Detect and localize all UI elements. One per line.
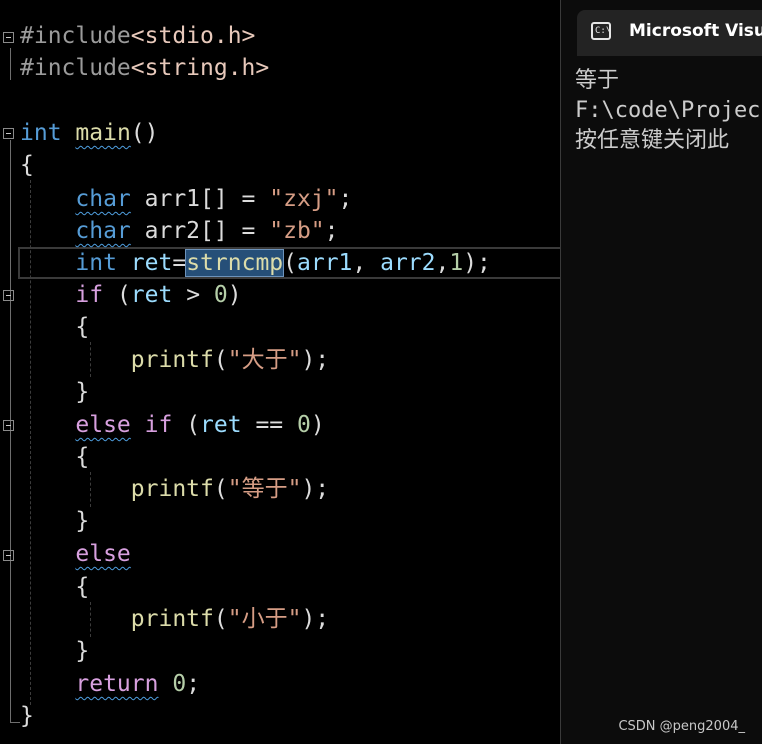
code-line-include-stdio[interactable]: #include<stdio.h> — [20, 20, 255, 52]
code-line-else-if[interactable]: else if (ret == 0) — [20, 409, 324, 441]
code-line-printf-xiaoyu[interactable]: printf("小于"); — [20, 603, 329, 635]
console-window[interactable]: C:\ Microsoft Visual 等于 F:\code\Projec 按… — [560, 0, 762, 744]
code-line-printf-dayu[interactable]: printf("大于"); — [20, 344, 329, 376]
code-line-main[interactable]: int main() — [20, 117, 159, 149]
code-line-if[interactable]: if (ret > 0) — [20, 279, 241, 311]
fold-line — [10, 432, 11, 512]
code-line-brace[interactable]: { — [20, 571, 89, 603]
collapse-icon[interactable] — [3, 420, 14, 431]
fold-line — [10, 562, 11, 667]
code-line-brace[interactable]: } — [20, 376, 89, 408]
code-line-close-brace[interactable]: } — [20, 700, 34, 732]
code-line-brace[interactable]: } — [20, 635, 89, 667]
code-line-strncmp[interactable]: int ret=strncmp(arr1, arr2,1); — [20, 247, 491, 279]
collapse-icon[interactable] — [3, 290, 14, 301]
fold-line — [10, 722, 20, 723]
code-line-decl-arr2[interactable]: char arr2[] = "zb"; — [20, 215, 338, 247]
console-output-line: 等于 — [575, 68, 620, 93]
watermark: CSDN @peng2004_ — [618, 719, 745, 734]
code-line-open-brace[interactable]: { — [20, 149, 34, 181]
collapse-icon[interactable] — [3, 550, 14, 561]
console-icon: C:\ — [591, 22, 611, 40]
fold-line — [10, 302, 11, 382]
code-line-brace[interactable]: { — [20, 441, 89, 473]
console-tab[interactable]: C:\ Microsoft Visual — [577, 10, 762, 56]
code-line-brace[interactable]: } — [20, 505, 89, 537]
selected-text[interactable]: strncmp — [185, 249, 285, 277]
code-line-include-string[interactable]: #include<string.h> — [20, 52, 269, 84]
code-editor[interactable]: #include<stdio.h> #include<string.h> int… — [0, 0, 560, 744]
code-line-else[interactable]: else — [20, 538, 130, 570]
console-output-line: 按任意键关闭此 — [575, 128, 730, 153]
console-tab-title: Microsoft Visual — [629, 21, 762, 41]
code-line-return[interactable]: return 0; — [20, 668, 200, 700]
code-line-brace[interactable]: { — [20, 311, 89, 343]
console-output-line: F:\code\Projec — [575, 98, 761, 123]
fold-line — [10, 48, 11, 80]
code-line-decl-arr1[interactable]: char arr1[] = "zxj"; — [20, 183, 352, 215]
collapse-icon[interactable] — [3, 32, 14, 43]
collapse-icon[interactable] — [3, 128, 14, 139]
code-line-printf-dengyu[interactable]: printf("等于"); — [20, 473, 329, 505]
